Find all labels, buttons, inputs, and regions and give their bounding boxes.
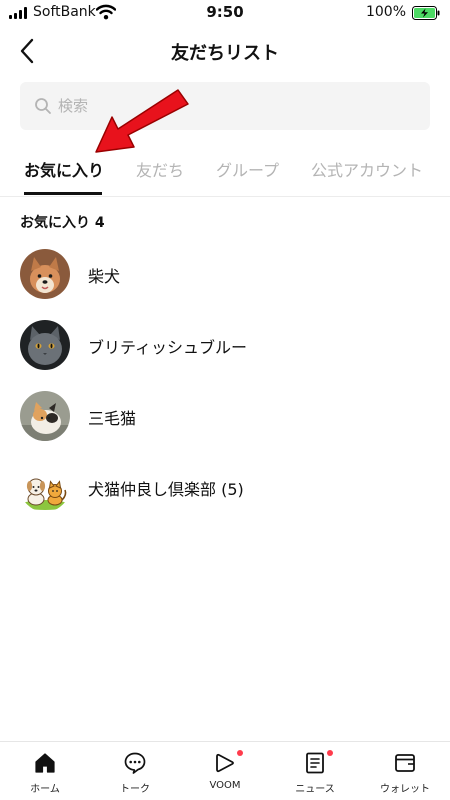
nav-talk[interactable]: トーク — [90, 742, 180, 800]
nav-label: VOOM — [209, 780, 241, 791]
dog-and-cat-group-icon — [20, 462, 70, 512]
gray-cat-avatar-icon — [20, 320, 70, 370]
page-title: 友だちリスト — [171, 43, 279, 64]
nav-wallet[interactable]: ウォレット — [360, 742, 450, 800]
search-bar[interactable] — [20, 82, 430, 130]
list-item-name: 犬猫仲良し倶楽部 (5) — [88, 480, 244, 499]
avatar — [20, 391, 70, 441]
tab-bar: お気に入り 友だち グループ 公式アカウント — [0, 150, 450, 197]
nav-label: ニュース — [295, 784, 335, 795]
tab-favorites[interactable]: お気に入り — [24, 157, 104, 181]
list-item-name: 三毛猫 — [88, 409, 137, 428]
news-badge-dot — [327, 750, 333, 756]
nav-voom[interactable]: VOOM — [180, 742, 270, 800]
favorites-section-title: お気に入り 4 — [20, 215, 105, 231]
list-item[interactable]: 犬猫仲良し倶楽部 (5) — [0, 456, 450, 520]
nav-label: トーク — [120, 784, 150, 795]
battery-charging-icon — [412, 6, 440, 20]
status-bar: SoftBank 9:50 100% — [0, 0, 450, 26]
list-item[interactable]: 柴犬 — [0, 243, 450, 307]
tab-official-accounts[interactable]: 公式アカウント — [311, 157, 423, 181]
list-item[interactable]: ブリティッシュブルー — [0, 314, 450, 378]
list-item-name: ブリティッシュブルー — [88, 338, 248, 357]
bottom-navigation: ホーム トーク VOOM ニュース ウォレット — [0, 741, 450, 800]
list-item-name: 柴犬 — [88, 267, 121, 286]
active-tab-indicator — [24, 192, 102, 195]
search-icon — [35, 98, 51, 114]
tab-groups[interactable]: グループ — [216, 157, 279, 181]
red-annotation-arrow — [95, 89, 189, 153]
news-icon — [306, 752, 324, 774]
voom-icon — [216, 753, 234, 773]
nav-news[interactable]: ニュース — [270, 742, 360, 800]
nav-label: ホーム — [30, 784, 60, 795]
list-item[interactable]: 三毛猫 — [0, 385, 450, 449]
calico-cat-avatar-icon — [20, 391, 70, 441]
chat-icon — [124, 752, 146, 774]
home-icon — [35, 753, 55, 773]
wallet-icon — [395, 754, 415, 772]
tab-friends[interactable]: 友だち — [136, 157, 184, 181]
voom-badge-dot — [237, 750, 243, 756]
nav-label: ウォレット — [380, 784, 430, 795]
avatar — [20, 249, 70, 299]
battery-percentage: 100% — [365, 4, 406, 20]
shiba-dog-avatar-icon — [20, 249, 70, 299]
avatar — [20, 462, 70, 512]
nav-home[interactable]: ホーム — [0, 742, 90, 800]
avatar — [20, 320, 70, 370]
